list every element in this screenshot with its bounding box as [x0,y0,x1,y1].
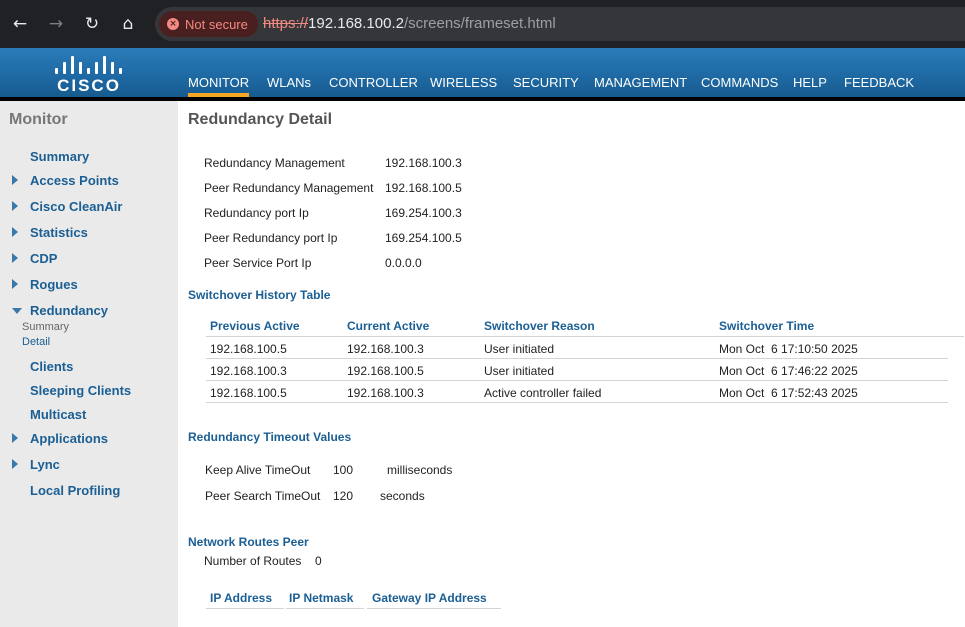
sidebar-item-access-points[interactable]: Access Points [30,173,119,188]
table-cell: User initiated [484,364,555,378]
sidebar: Monitor Summary Access Points Cisco Clea… [0,101,178,627]
keep-alive-value: 100 [333,463,354,477]
sidebar-title: Monitor [9,111,68,128]
table-cell: 192.168.100.5 [347,364,424,378]
warning-icon: × [167,18,179,30]
keep-alive-unit: milliseconds [387,463,453,477]
info-label: Redundancy Management [204,156,345,170]
switchover-history-title: Switchover History Table [188,288,331,302]
table-header-divider [206,608,284,609]
table-row-divider [206,380,948,381]
table-cell: 192.168.100.5 [210,342,287,356]
timeout-values-title: Redundancy Timeout Values [188,430,352,444]
table-cell: 192.168.100.5 [210,386,287,400]
url-path: /screens/frameset.html [403,15,556,32]
info-label: Peer Service Port Ip [204,256,312,270]
info-value: 169.254.100.5 [385,231,462,245]
network-routes-title: Network Routes Peer [188,535,309,549]
menu-controller[interactable]: CONTROLLER [329,75,418,90]
table-header: Gateway IP Address [372,591,487,605]
sidebar-item-rogues[interactable]: Rogues [30,277,78,292]
cisco-bars-icon [55,52,123,74]
info-value: 169.254.100.3 [385,206,462,220]
info-label: Peer Redundancy port Ip [204,231,338,245]
info-label: Redundancy port Ip [204,206,309,220]
info-value: 0.0.0.0 [385,256,422,270]
expand-arrow-icon[interactable] [12,175,18,185]
expand-arrow-icon[interactable] [12,253,18,263]
route-count-value: 0 [315,554,322,568]
sidebar-item-cleanair[interactable]: Cisco CleanAir [30,199,122,214]
security-label: Not secure [185,16,248,32]
sidebar-item-multicast[interactable]: Multicast [30,407,86,422]
collapse-arrow-icon[interactable] [12,308,22,314]
cisco-logo: CISCO [52,52,126,95]
menu-monitor[interactable]: MONITOR [188,75,250,97]
table-header: Current Active [347,319,430,333]
table-cell: 192.168.100.3 [210,364,287,378]
sidebar-item-local-profiling[interactable]: Local Profiling [30,483,120,498]
address-bar[interactable]: × Not secure https://192.168.100.2/scree… [155,7,965,41]
peer-search-unit: seconds [380,489,425,503]
table-header: IP Netmask [289,591,354,605]
sidebar-item-sleeping-clients[interactable]: Sleeping Clients [30,383,131,398]
menu-security[interactable]: SECURITY [513,75,579,90]
table-header-divider [206,336,964,337]
sidebar-item-statistics[interactable]: Statistics [30,225,88,240]
url-protocol: https:// [263,15,309,32]
info-value: 192.168.100.3 [385,156,462,170]
table-header-divider [286,608,364,609]
sidebar-item-applications[interactable]: Applications [30,431,108,446]
logo-text: CISCO [57,76,121,95]
info-label: Peer Redundancy Management [204,181,374,195]
menu-commands[interactable]: COMMANDS [701,75,778,90]
forward-icon[interactable]: → [44,12,68,36]
expand-arrow-icon[interactable] [12,459,18,469]
menu-feedback[interactable]: FEEDBACK [844,75,914,90]
keep-alive-label: Keep Alive TimeOut [205,463,311,477]
security-chip[interactable]: × Not secure [159,11,258,37]
sidebar-subitem-detail[interactable]: Detail [22,336,50,348]
expand-arrow-icon[interactable] [12,227,18,237]
table-cell: Active controller failed [484,386,602,400]
main-content: Redundancy Detail Redundancy Management … [178,101,965,627]
menu-wireless[interactable]: WIRELESS [430,75,497,90]
table-header: IP Address [210,591,273,605]
info-value: 192.168.100.5 [385,181,462,195]
sidebar-subitem-summary[interactable]: Summary [22,321,69,333]
url-host: 192.168.100.2 [308,15,404,32]
peer-search-label: Peer Search TimeOut [205,489,321,503]
table-header: Previous Active [210,319,300,333]
route-count-label: Number of Routes [204,554,302,568]
sidebar-item-cdp[interactable]: CDP [30,251,57,266]
sidebar-item-lync[interactable]: Lync [30,457,60,472]
sidebar-item-summary[interactable]: Summary [30,149,89,164]
table-cell: User initiated [484,342,555,356]
menu-help[interactable]: HELP [793,75,827,90]
expand-arrow-icon[interactable] [12,279,18,289]
menu-management[interactable]: MANAGEMENT [594,75,687,90]
table-cell: 192.168.100.3 [347,386,424,400]
browser-toolbar: ← → ↻ ⌂ × Not secure https://192.168.100… [0,0,965,48]
expand-arrow-icon[interactable] [12,201,18,211]
table-cell: Mon Oct 6 17:10:50 2025 [719,342,858,356]
back-icon[interactable]: ← [8,12,32,36]
table-row-divider [206,402,948,403]
page-title: Redundancy Detail [188,111,333,128]
url-text[interactable]: https://192.168.100.2/screens/frameset.h… [263,15,556,32]
menu-wlans[interactable]: WLANs [267,75,311,90]
table-header: Switchover Time [719,319,815,333]
sidebar-item-clients[interactable]: Clients [30,359,73,374]
expand-arrow-icon[interactable] [12,433,18,443]
table-header-divider [367,608,501,609]
table-row-divider [206,358,948,359]
table-header: Switchover Reason [484,319,595,333]
sidebar-item-redundancy[interactable]: Redundancy [30,303,108,318]
table-cell: Mon Oct 6 17:52:43 2025 [719,386,858,400]
reload-icon[interactable]: ↻ [80,12,104,36]
peer-search-value: 120 [333,489,354,503]
table-cell: Mon Oct 6 17:46:22 2025 [719,364,858,378]
table-cell: 192.168.100.3 [347,342,424,356]
home-icon[interactable]: ⌂ [116,12,140,36]
